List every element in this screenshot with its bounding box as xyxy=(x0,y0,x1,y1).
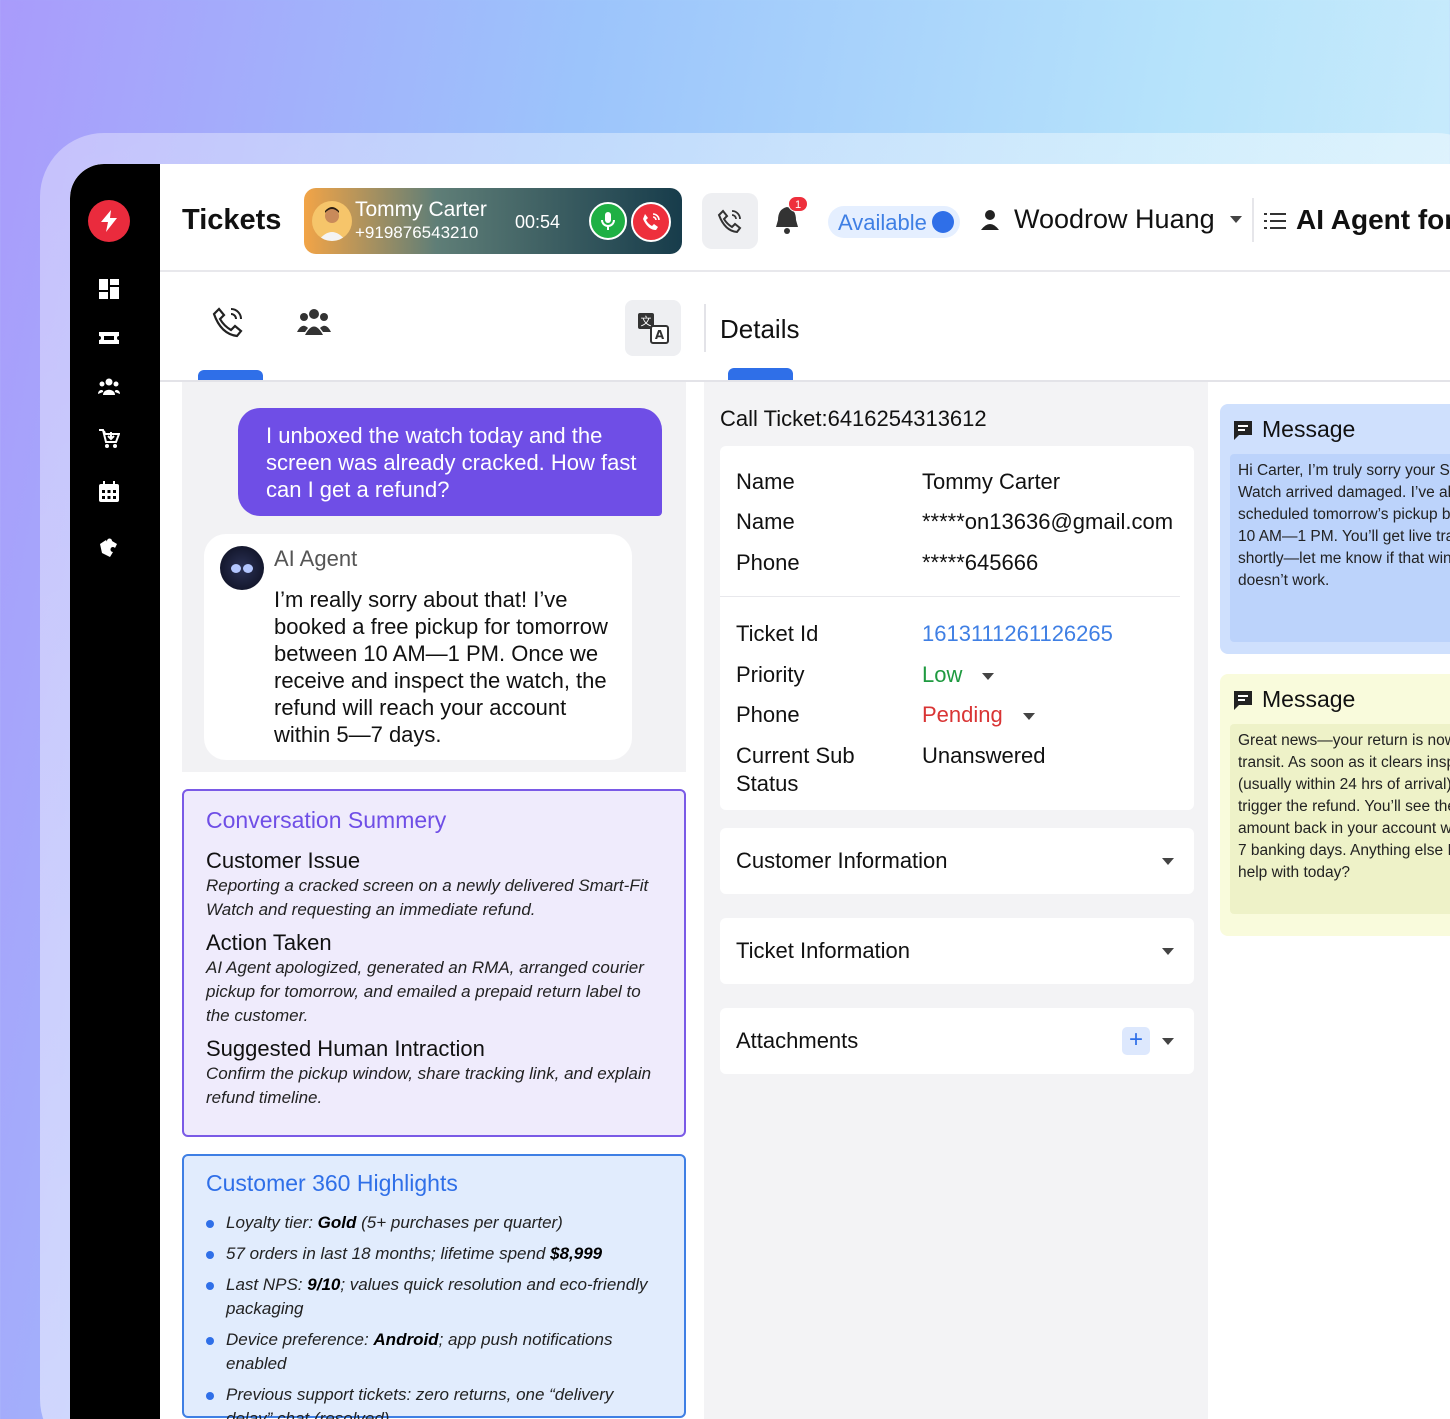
agent-panel-title: AI Agent for xyxy=(1296,204,1450,235)
mic-icon xyxy=(601,212,615,230)
svg-text:A: A xyxy=(655,328,665,342)
ai-agent-avatar xyxy=(220,546,264,590)
svg-text:文: 文 xyxy=(641,314,652,328)
ai-message-text: I’m really sorry about that! I’ve booked… xyxy=(274,587,608,747)
highlight-item: Device preference: Android; app push not… xyxy=(206,1328,662,1376)
message-text: Great news—your return is now in transit… xyxy=(1230,724,1450,914)
dialer-button[interactable] xyxy=(702,193,758,249)
message-title: Message xyxy=(1262,416,1356,442)
caller-avatar xyxy=(312,201,352,241)
phone-icon xyxy=(717,209,742,234)
chevron-down-icon[interactable] xyxy=(1162,858,1174,865)
chevron-down-icon xyxy=(982,672,995,680)
ticket-icon[interactable] xyxy=(98,327,120,349)
summary-text: Confirm the pickup window, share trackin… xyxy=(206,1064,652,1107)
ticket-fields-card: Name Tommy Carter Name *****on13636@gmai… xyxy=(720,446,1194,810)
caller-phone: +919876543210 xyxy=(355,223,479,242)
highlight-item: Previous support tickets: zero returns, … xyxy=(206,1383,662,1419)
user-icon xyxy=(981,210,999,230)
conversation-summary: Conversation Summery Customer Issue Repo… xyxy=(182,789,686,1137)
toggle-knob xyxy=(932,211,954,233)
highlight-item: Loyalty tier: Gold (5+ purchases per qua… xyxy=(206,1211,662,1235)
cart-icon[interactable] xyxy=(98,428,120,450)
highlight-item: Last NPS: 9/10; values quick resolution … xyxy=(206,1273,662,1321)
message-card[interactable]: Message Hi Carter, I’m truly sorry your … xyxy=(1220,404,1450,654)
details-tab-indicator xyxy=(728,368,793,380)
ai-sender-name: AI Agent xyxy=(274,546,358,571)
list-icon[interactable] xyxy=(1264,212,1286,230)
panel-divider xyxy=(704,304,706,352)
message-title: Message xyxy=(1262,686,1356,712)
message-text: Hi Carter, I’m truly sorry your Smart-Fi… xyxy=(1230,454,1450,642)
tab-call-icon[interactable] xyxy=(210,304,246,340)
card-separator xyxy=(720,596,1180,597)
customer-information-section[interactable]: Customer Information xyxy=(720,828,1194,894)
summary-text: Reporting a cracked screen on a newly de… xyxy=(206,876,649,919)
active-call-bar[interactable]: Tommy Carter +919876543210 00:54 xyxy=(304,188,682,254)
message-icon xyxy=(1234,420,1252,440)
customer-message: I unboxed the watch today and the screen… xyxy=(238,408,662,516)
summary-heading: Action Taken xyxy=(206,930,332,955)
attachments-section[interactable]: Attachments + xyxy=(720,1008,1194,1074)
ticket-information-section[interactable]: Ticket Information xyxy=(720,918,1194,984)
chevron-down-icon[interactable] xyxy=(1162,948,1174,955)
messages-column: Message Hi Carter, I’m truly sorry your … xyxy=(1208,382,1450,1419)
summary-heading: Customer Issue xyxy=(206,848,361,873)
header-divider xyxy=(1252,198,1254,242)
availability-label: Available xyxy=(838,210,927,235)
user-name[interactable]: Woodrow Huang xyxy=(1014,204,1215,235)
dashboard-icon[interactable] xyxy=(98,278,120,300)
conversation-tabs xyxy=(160,274,690,382)
sidebar xyxy=(70,164,160,1419)
tab-team-icon[interactable] xyxy=(296,304,332,340)
summary-title: Conversation Summery xyxy=(206,807,447,833)
summary-text: AI Agent apologized, generated an RMA, a… xyxy=(206,958,644,1025)
top-header: Tickets Tommy Carter +919876543210 00:54… xyxy=(160,164,1450,272)
call-timer: 00:54 xyxy=(515,212,561,232)
ticket-id-link[interactable]: 1613111261126265 xyxy=(922,620,1113,648)
chat-thread: I unboxed the watch today and the screen… xyxy=(182,382,686,772)
highlights-title: Customer 360 Highlights xyxy=(206,1170,458,1196)
availability-toggle[interactable]: Available xyxy=(828,206,960,238)
chevron-down-icon[interactable] xyxy=(1162,1038,1174,1045)
app-window: Tickets Tommy Carter +919876543210 00:54… xyxy=(70,164,1450,1419)
caller-name: Tommy Carter xyxy=(355,198,487,221)
calendar-icon[interactable] xyxy=(98,481,120,503)
mic-button[interactable] xyxy=(589,202,627,240)
translate-button[interactable]: 文A xyxy=(625,300,681,356)
ai-message: AI Agent I’m really sorry about that! I’… xyxy=(204,534,632,760)
people-icon[interactable] xyxy=(98,376,120,398)
priority-select[interactable]: Low xyxy=(922,661,995,689)
message-icon xyxy=(1234,690,1252,710)
chevron-down-icon[interactable] xyxy=(1230,216,1242,223)
tab-details[interactable]: Details xyxy=(720,314,799,345)
status-select[interactable]: Pending xyxy=(922,701,1035,729)
phone-hangup-icon xyxy=(643,213,660,230)
brand-logo[interactable] xyxy=(88,200,130,242)
summary-heading: Suggested Human Intraction xyxy=(206,1036,485,1061)
details-panel: Call Ticket:6416254313612 Name Tommy Car… xyxy=(704,382,1208,1419)
end-call-button[interactable] xyxy=(631,202,671,242)
ticket-number: Call Ticket:6416254313612 xyxy=(720,406,987,431)
chevron-down-icon xyxy=(1022,712,1035,720)
page-title: Tickets xyxy=(182,204,282,236)
add-attachment-button[interactable]: + xyxy=(1122,1027,1150,1055)
highlight-item: 57 orders in last 18 months; lifetime sp… xyxy=(206,1242,662,1266)
translate-icon: 文A xyxy=(638,313,669,344)
customer-360-highlights: Customer 360 Highlights Loyalty tier: Go… xyxy=(182,1154,686,1419)
message-card[interactable]: Message Great news—your return is now in… xyxy=(1220,674,1450,936)
notification-badge: 1 xyxy=(788,196,808,212)
puzzle-icon[interactable] xyxy=(98,536,120,558)
